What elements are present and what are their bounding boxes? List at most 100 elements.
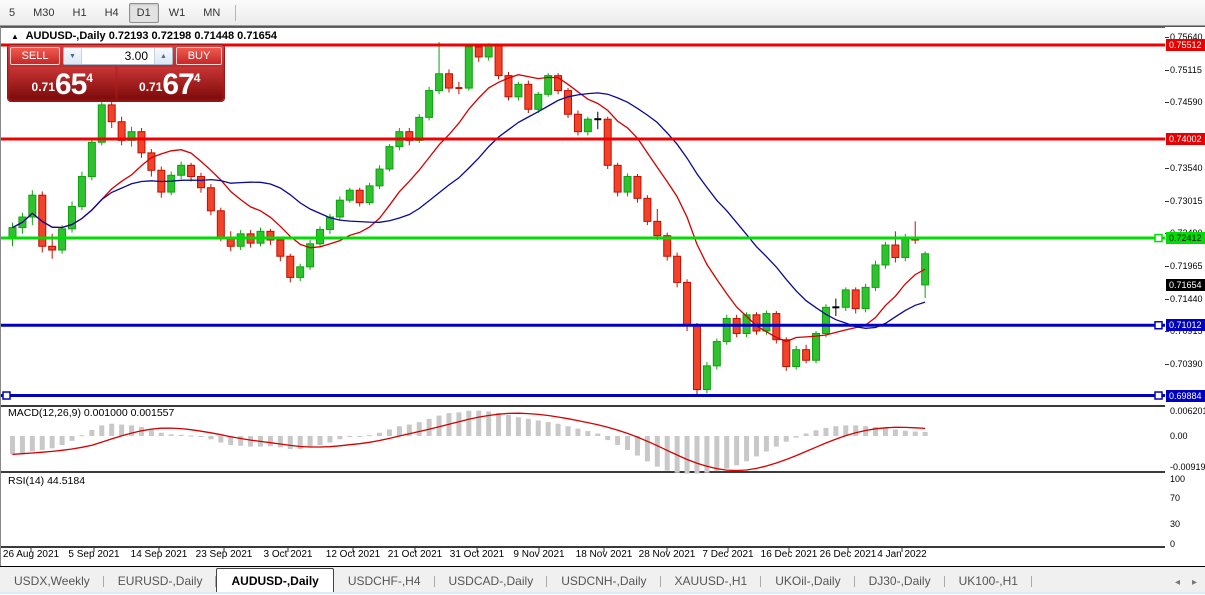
macd-histogram-bar xyxy=(595,434,600,436)
candle-body xyxy=(237,234,244,246)
macd-histogram-bar xyxy=(427,419,432,436)
buy-price-sup: 4 xyxy=(194,71,201,85)
candle-body xyxy=(565,91,572,115)
price-badge: 0.71654 xyxy=(1166,279,1205,291)
candle-body xyxy=(545,76,552,95)
candle-body xyxy=(277,240,284,256)
macd-histogram-bar xyxy=(853,425,858,436)
candle-body xyxy=(624,177,631,193)
candle-body xyxy=(713,342,720,366)
candle-body xyxy=(793,350,800,367)
candle-body xyxy=(723,319,730,342)
candle-body xyxy=(892,245,899,257)
macd-histogram-bar xyxy=(605,436,610,440)
price-badge: 0.75512 xyxy=(1166,39,1205,51)
tab-scroll-arrows: ◂▸ xyxy=(1175,577,1197,588)
candle-body xyxy=(475,47,482,57)
candle-body xyxy=(386,147,393,169)
macd-histogram-bar xyxy=(248,436,253,447)
macd-histogram-bar xyxy=(337,436,342,439)
buy-button[interactable]: BUY xyxy=(176,47,222,65)
macd-histogram-bar xyxy=(70,436,75,441)
macd-histogram-bar xyxy=(466,411,471,436)
date-label: 14 Sep 2021 xyxy=(131,549,188,560)
chart-tab-usdcad-daily[interactable]: USDCAD-,Daily xyxy=(435,570,548,593)
candle-body xyxy=(188,165,195,176)
date-label: 26 Dec 2021 xyxy=(820,549,877,560)
candle-body xyxy=(584,119,591,131)
sell-price-prefix: 0.71 xyxy=(32,80,55,94)
tab-scroll-right-icon[interactable]: ▸ xyxy=(1192,577,1197,588)
rsi-scale-label: 100 xyxy=(1170,474,1185,484)
tab-scroll-left-icon[interactable]: ◂ xyxy=(1175,577,1180,588)
macd-histogram-bar xyxy=(476,411,481,436)
line-handle xyxy=(3,392,10,399)
chart-tab-ukoil-daily[interactable]: UKOil-,Daily xyxy=(761,570,854,593)
candle-body xyxy=(217,211,224,238)
candle-body xyxy=(485,46,492,57)
candle-body xyxy=(356,190,363,202)
macd-histogram-bar xyxy=(764,436,769,452)
buy-price-display[interactable]: 0.71674 xyxy=(118,67,223,99)
macd-histogram-bar xyxy=(556,424,561,436)
date-label: 28 Nov 2021 xyxy=(639,549,696,560)
candle-body xyxy=(416,117,423,140)
macd-histogram-bar xyxy=(506,415,511,436)
candle-body xyxy=(684,282,691,326)
macd-histogram-bar xyxy=(347,436,352,437)
volume-input[interactable]: 3.00 xyxy=(82,48,154,64)
price-scale[interactable]: 0.756400.751150.745900.735400.730150.724… xyxy=(1165,27,1205,567)
chart-tab-dj30-daily[interactable]: DJ30-,Daily xyxy=(855,570,945,593)
macd-histogram-bar xyxy=(268,436,273,446)
macd-histogram-bar xyxy=(198,436,203,437)
price-tick-label: 0.73540 xyxy=(1170,163,1203,173)
rsi-indicator-label: RSI(14) 44.5184 xyxy=(8,475,85,487)
macd-histogram-bar xyxy=(615,436,620,445)
macd-histogram-bar xyxy=(456,412,461,436)
price-badge: 0.72412 xyxy=(1166,232,1205,244)
line-handle xyxy=(1155,392,1162,399)
chart-tab-usdcnh-daily[interactable]: USDCNH-,Daily xyxy=(547,570,660,593)
chart-header: ▲ AUDUSD-,Daily 0.72193 0.72198 0.71448 … xyxy=(11,30,277,42)
date-label: 21 Oct 2021 xyxy=(388,549,442,560)
candle-body xyxy=(902,238,909,258)
candle-body xyxy=(535,94,542,109)
candle-body xyxy=(654,221,661,235)
price-badge: 0.71012 xyxy=(1166,319,1205,331)
macd-histogram-bar xyxy=(784,436,789,442)
sell-button[interactable]: SELL xyxy=(10,47,60,65)
ma-slow-line xyxy=(13,93,926,328)
volume-decrease-button[interactable]: ▼ xyxy=(64,48,82,64)
macd-histogram-bar xyxy=(149,429,154,436)
chart-collapse-icon[interactable]: ▲ xyxy=(11,32,19,41)
macd-histogram-bar xyxy=(119,425,124,436)
date-label: 16 Dec 2021 xyxy=(761,549,818,560)
candle-body xyxy=(813,333,820,360)
price-tick-mark xyxy=(1165,299,1169,300)
chart-tab-xauusd-h1[interactable]: XAUUSD-,H1 xyxy=(661,570,762,593)
chart-tab-usdchf-h4[interactable]: USDCHF-,H4 xyxy=(334,570,435,593)
volume-increase-button[interactable]: ▲ xyxy=(154,48,172,64)
candle-body xyxy=(803,350,810,361)
date-label: 5 Sep 2021 xyxy=(68,549,119,560)
macd-histogram-bar xyxy=(377,433,382,436)
rsi-scale-label: 30 xyxy=(1170,519,1180,529)
macd-histogram-bar xyxy=(288,436,293,449)
macd-histogram-bar xyxy=(804,434,809,436)
chart-tab-eurusd-daily[interactable]: EURUSD-,Daily xyxy=(104,570,217,593)
price-tick-label: 0.74590 xyxy=(1170,97,1203,107)
macd-histogram-bar xyxy=(397,426,402,436)
chart-tab-usdx-weekly[interactable]: USDX,Weekly xyxy=(0,570,104,593)
macd-histogram-bar xyxy=(417,422,422,436)
chart-tab-audusd-daily[interactable]: AUDUSD-,Daily xyxy=(216,568,333,593)
price-tick-label: 0.73015 xyxy=(1170,196,1203,206)
macd-histogram-bar xyxy=(893,429,898,436)
candle-body xyxy=(297,267,304,278)
candle-body xyxy=(465,47,472,88)
date-label: 3 Oct 2021 xyxy=(264,549,313,560)
price-tick-label: 0.70390 xyxy=(1170,359,1203,369)
rsi-scale-label: 0 xyxy=(1170,539,1175,549)
chart-tab-uk100-h1[interactable]: UK100-,H1 xyxy=(945,570,1032,593)
sell-price-display[interactable]: 0.71654 xyxy=(10,67,115,99)
candle-body xyxy=(168,175,175,192)
